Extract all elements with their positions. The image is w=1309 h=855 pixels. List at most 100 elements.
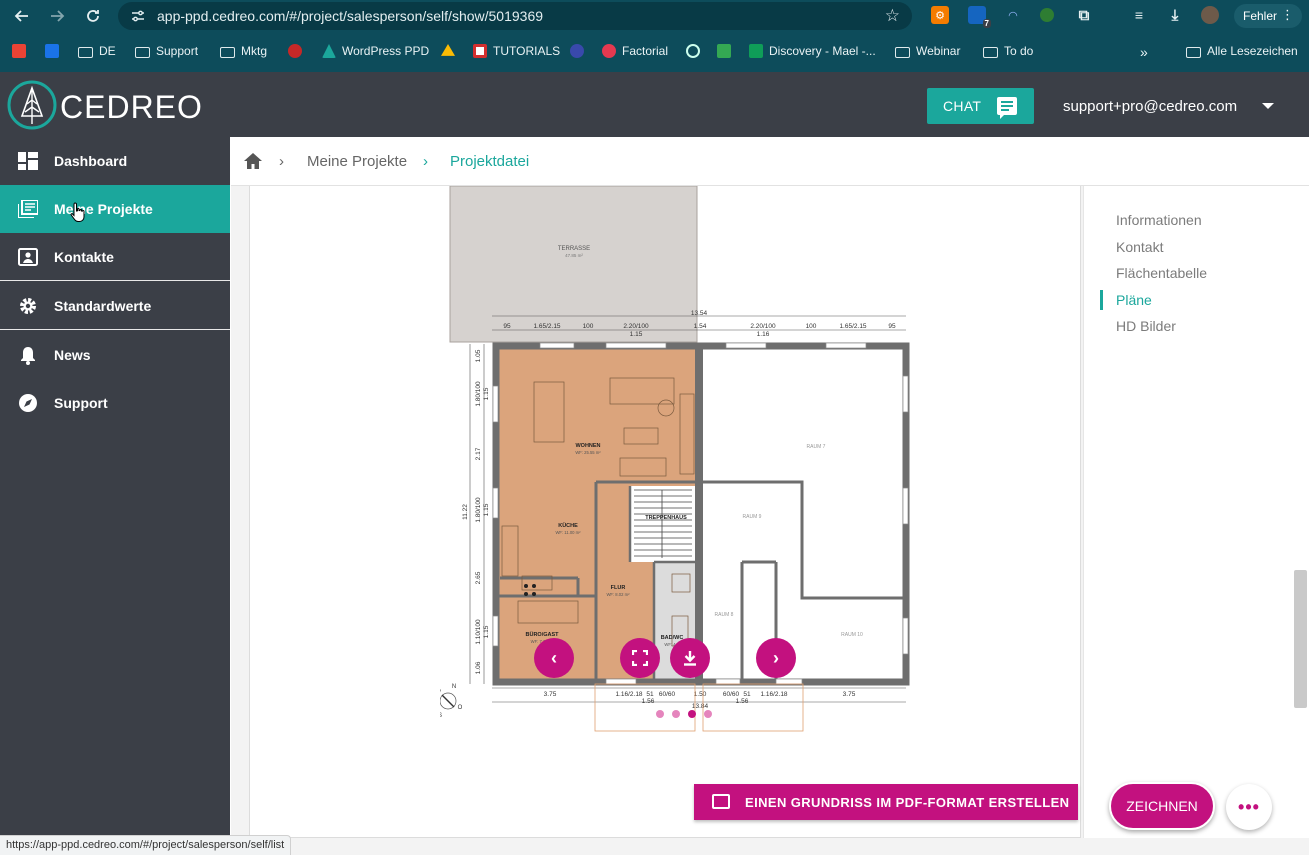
dim-label: 1.56: [736, 698, 749, 705]
download-icon[interactable]: ⤓: [1166, 6, 1184, 24]
bookmarks-overflow-icon[interactable]: »: [1140, 44, 1148, 60]
extension-badge: 7: [982, 19, 991, 28]
address-bar[interactable]: app-ppd.cedreo.com/#/project/salesperson…: [118, 2, 912, 30]
sidebar-item-label: Support: [54, 395, 108, 411]
bookmark-factorial[interactable]: Factorial: [602, 44, 668, 58]
sidebar-item-support[interactable]: Support: [0, 379, 230, 427]
fullscreen-button[interactable]: [620, 638, 660, 678]
more-dots-icon: •••: [1238, 796, 1260, 817]
hubspot-extension-icon[interactable]: ⚙: [931, 6, 949, 24]
user-menu-chevron-down-icon[interactable]: [1262, 103, 1274, 109]
carousel-dot[interactable]: [656, 710, 664, 718]
reload-icon[interactable]: [83, 6, 103, 26]
room-label-raum-7: RAUM 7: [807, 444, 826, 450]
bookmark-folder-all[interactable]: Alle Lesezeichen: [1186, 44, 1298, 58]
arc-extension-icon[interactable]: ◠: [1004, 6, 1022, 24]
chatgpt-icon: [686, 44, 700, 58]
bookmark-chatgpt[interactable]: [686, 44, 700, 58]
site-settings-icon[interactable]: [130, 8, 146, 24]
shield-extension-icon[interactable]: 7: [968, 6, 991, 28]
scrollbar-thumb[interactable]: [1294, 570, 1307, 708]
carousel-dot[interactable]: [672, 710, 680, 718]
home-icon[interactable]: [243, 152, 263, 170]
sidebar-item-dashboard[interactable]: Dashboard: [0, 137, 230, 185]
carousel-dot-active[interactable]: [688, 710, 696, 718]
kebab-menu-icon[interactable]: ⋮: [1281, 7, 1294, 23]
bookmark-tutorials[interactable]: TUTORIALS: [473, 44, 560, 58]
download-icon: [684, 651, 696, 666]
bookmark-folder-mktg[interactable]: Mktg: [220, 44, 267, 58]
bookmark-star-icon[interactable]: ☆: [885, 6, 900, 26]
toc-item-flaechentabelle[interactable]: Flächentabelle: [1116, 265, 1207, 281]
bookmark-folder-todo[interactable]: To do: [983, 44, 1033, 58]
dim-total-top: 13.54: [691, 310, 708, 317]
profile-error-button[interactable]: Fehler ⋮: [1234, 4, 1302, 28]
carousel-dot[interactable]: [704, 710, 712, 718]
bookmark-label: Support: [156, 44, 199, 58]
gmail-bookmark[interactable]: [12, 44, 26, 58]
sidebar-item-standardwerte[interactable]: Standardwerte: [0, 282, 230, 330]
room-label-terrace: TERRASSE: [558, 246, 590, 252]
cedreo-tree-icon: [322, 44, 336, 58]
dim-label: 100: [583, 323, 594, 330]
bookmark-folder-webinar[interactable]: Webinar: [895, 44, 960, 58]
forward-arrow-icon[interactable]: [47, 6, 67, 26]
image-icon: [712, 794, 730, 809]
bookmark-wordpress-ppd[interactable]: WordPress PPD: [322, 44, 429, 58]
room-area-terrace: 47.85 m²: [565, 253, 583, 258]
bookmark-folder-support[interactable]: Support: [135, 44, 198, 58]
toc-active-indicator: [1100, 290, 1103, 310]
profile-avatar[interactable]: [1201, 6, 1219, 24]
compass-letter: S: [440, 713, 442, 719]
bookmark-label: Alle Lesezeichen: [1207, 44, 1298, 58]
toc-item-hd-bilder[interactable]: HD Bilder: [1116, 318, 1176, 334]
dim-label: 1.05: [475, 349, 482, 362]
bookmark-tool[interactable]: [288, 44, 302, 58]
balcony-outline: [594, 683, 696, 732]
download-plan-button[interactable]: [670, 638, 710, 678]
bookmark-meet[interactable]: [717, 44, 731, 58]
calendar-bookmark[interactable]: [45, 44, 59, 58]
toc-item-plaene[interactable]: Pläne: [1116, 292, 1152, 308]
zeichnen-button[interactable]: ZEICHNEN: [1109, 782, 1215, 830]
room-label-raum-9: RAUM 9: [743, 514, 762, 520]
terrace-area: [449, 186, 698, 343]
more-options-button[interactable]: •••: [1226, 784, 1272, 830]
room-area-hall: WF: 8.02 m²: [606, 592, 630, 597]
green-extension-icon[interactable]: [1040, 8, 1054, 22]
dim-label: 2.17: [475, 447, 482, 460]
user-email[interactable]: support+pro@cedreo.com: [1063, 98, 1237, 115]
hand-cursor-icon: [70, 202, 85, 222]
folder-icon: [135, 46, 150, 58]
media-queue-icon[interactable]: ≡: [1130, 6, 1148, 24]
bookmark-discovery[interactable]: Discovery - Mael -...: [749, 44, 876, 58]
sidebar-item-meine-projekte[interactable]: Meine Projekte: [0, 185, 230, 233]
sheets-icon: [749, 44, 763, 58]
bookmark-app[interactable]: [570, 44, 584, 58]
fullscreen-icon: [632, 650, 648, 666]
breadcrumb-item-meine-projekte[interactable]: Meine Projekte: [307, 153, 407, 170]
sidebar-item-kontakte[interactable]: Kontakte: [0, 233, 230, 281]
cedreo-logo[interactable]: CEDREO: [6, 78, 206, 132]
dim-label: 51: [743, 691, 751, 698]
bookmark-drive[interactable]: [441, 44, 455, 58]
dim-label: 3.75: [843, 691, 856, 698]
back-arrow-icon[interactable]: [12, 6, 32, 26]
toc-item-informationen[interactable]: Informationen: [1116, 212, 1202, 228]
chat-button[interactable]: CHAT: [927, 88, 1034, 124]
room-label-stairs: TREPPENHAUS: [645, 515, 687, 521]
bookmark-folder-de[interactable]: DE: [78, 44, 116, 58]
create-pdf-floorplan-button[interactable]: EINEN GRUNDRISS IM PDF-FORMAT ERSTELLEN: [694, 784, 1078, 820]
next-plan-button[interactable]: ›: [756, 638, 796, 678]
dim-label: 2.65: [475, 571, 482, 584]
previous-plan-button[interactable]: ‹: [534, 638, 574, 678]
dashboard-icon: [18, 152, 38, 170]
sidebar-item-news[interactable]: News: [0, 331, 230, 379]
bookmark-label: To do: [1004, 44, 1034, 58]
toc-item-kontakt[interactable]: Kontakt: [1116, 239, 1163, 255]
room-label-hall: FLUR: [611, 585, 626, 591]
puzzle-extensions-icon[interactable]: ⧉: [1075, 6, 1093, 24]
app-header: CEDREO CHAT support+pro@cedreo.com: [0, 72, 1309, 137]
room-label-living: WOHNEN: [575, 443, 600, 449]
chevron-left-icon: ‹: [551, 647, 557, 668]
